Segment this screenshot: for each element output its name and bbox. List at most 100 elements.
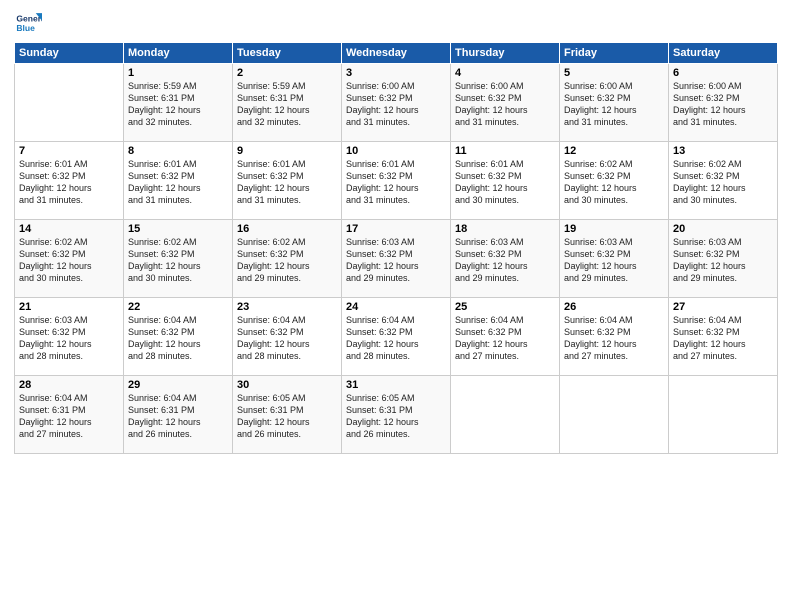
- calendar-cell: 23Sunrise: 6:04 AMSunset: 6:32 PMDayligh…: [233, 298, 342, 376]
- day-number: 20: [673, 223, 773, 235]
- weekday-header: Saturday: [669, 43, 778, 64]
- day-number: 3: [346, 67, 446, 79]
- header: General Blue: [14, 10, 778, 38]
- day-info: Sunrise: 6:00 AMSunset: 6:32 PMDaylight:…: [346, 80, 446, 129]
- calendar-cell: 19Sunrise: 6:03 AMSunset: 6:32 PMDayligh…: [560, 220, 669, 298]
- day-number: 17: [346, 223, 446, 235]
- day-info: Sunrise: 6:05 AMSunset: 6:31 PMDaylight:…: [346, 392, 446, 441]
- day-info: Sunrise: 5:59 AMSunset: 6:31 PMDaylight:…: [237, 80, 337, 129]
- day-number: 26: [564, 301, 664, 313]
- calendar-cell: 16Sunrise: 6:02 AMSunset: 6:32 PMDayligh…: [233, 220, 342, 298]
- day-info: Sunrise: 6:03 AMSunset: 6:32 PMDaylight:…: [564, 236, 664, 285]
- weekday-header: Sunday: [15, 43, 124, 64]
- day-number: 13: [673, 145, 773, 157]
- calendar-cell: [560, 376, 669, 454]
- calendar-cell: 5Sunrise: 6:00 AMSunset: 6:32 PMDaylight…: [560, 64, 669, 142]
- calendar-cell: 11Sunrise: 6:01 AMSunset: 6:32 PMDayligh…: [451, 142, 560, 220]
- calendar-cell: 14Sunrise: 6:02 AMSunset: 6:32 PMDayligh…: [15, 220, 124, 298]
- day-number: 14: [19, 223, 119, 235]
- day-number: 10: [346, 145, 446, 157]
- svg-text:Blue: Blue: [16, 23, 35, 33]
- day-number: 5: [564, 67, 664, 79]
- calendar-cell: 15Sunrise: 6:02 AMSunset: 6:32 PMDayligh…: [124, 220, 233, 298]
- day-info: Sunrise: 6:01 AMSunset: 6:32 PMDaylight:…: [237, 158, 337, 207]
- day-number: 22: [128, 301, 228, 313]
- day-info: Sunrise: 6:03 AMSunset: 6:32 PMDaylight:…: [455, 236, 555, 285]
- calendar-header: SundayMondayTuesdayWednesdayThursdayFrid…: [15, 43, 778, 64]
- day-info: Sunrise: 6:03 AMSunset: 6:32 PMDaylight:…: [673, 236, 773, 285]
- calendar-cell: 25Sunrise: 6:04 AMSunset: 6:32 PMDayligh…: [451, 298, 560, 376]
- day-info: Sunrise: 6:02 AMSunset: 6:32 PMDaylight:…: [237, 236, 337, 285]
- day-number: 1: [128, 67, 228, 79]
- calendar-cell: 20Sunrise: 6:03 AMSunset: 6:32 PMDayligh…: [669, 220, 778, 298]
- weekday-header: Wednesday: [342, 43, 451, 64]
- weekday-header: Thursday: [451, 43, 560, 64]
- calendar-table: SundayMondayTuesdayWednesdayThursdayFrid…: [14, 42, 778, 454]
- day-info: Sunrise: 6:05 AMSunset: 6:31 PMDaylight:…: [237, 392, 337, 441]
- day-number: 18: [455, 223, 555, 235]
- calendar-cell: 1Sunrise: 5:59 AMSunset: 6:31 PMDaylight…: [124, 64, 233, 142]
- day-number: 24: [346, 301, 446, 313]
- calendar-cell: 28Sunrise: 6:04 AMSunset: 6:31 PMDayligh…: [15, 376, 124, 454]
- day-number: 12: [564, 145, 664, 157]
- day-number: 8: [128, 145, 228, 157]
- day-info: Sunrise: 6:00 AMSunset: 6:32 PMDaylight:…: [455, 80, 555, 129]
- calendar-cell: 21Sunrise: 6:03 AMSunset: 6:32 PMDayligh…: [15, 298, 124, 376]
- day-info: Sunrise: 6:04 AMSunset: 6:32 PMDaylight:…: [455, 314, 555, 363]
- day-number: 21: [19, 301, 119, 313]
- day-info: Sunrise: 6:02 AMSunset: 6:32 PMDaylight:…: [19, 236, 119, 285]
- day-info: Sunrise: 6:03 AMSunset: 6:32 PMDaylight:…: [346, 236, 446, 285]
- calendar-cell: 17Sunrise: 6:03 AMSunset: 6:32 PMDayligh…: [342, 220, 451, 298]
- day-info: Sunrise: 6:00 AMSunset: 6:32 PMDaylight:…: [564, 80, 664, 129]
- calendar-cell: 22Sunrise: 6:04 AMSunset: 6:32 PMDayligh…: [124, 298, 233, 376]
- day-number: 7: [19, 145, 119, 157]
- day-number: 19: [564, 223, 664, 235]
- day-number: 16: [237, 223, 337, 235]
- day-info: Sunrise: 6:04 AMSunset: 6:32 PMDaylight:…: [237, 314, 337, 363]
- calendar-cell: 6Sunrise: 6:00 AMSunset: 6:32 PMDaylight…: [669, 64, 778, 142]
- day-number: 30: [237, 379, 337, 391]
- day-info: Sunrise: 5:59 AMSunset: 6:31 PMDaylight:…: [128, 80, 228, 129]
- calendar-cell: 29Sunrise: 6:04 AMSunset: 6:31 PMDayligh…: [124, 376, 233, 454]
- calendar-cell: 24Sunrise: 6:04 AMSunset: 6:32 PMDayligh…: [342, 298, 451, 376]
- logo-icon: General Blue: [14, 10, 42, 38]
- calendar-cell: [669, 376, 778, 454]
- day-info: Sunrise: 6:02 AMSunset: 6:32 PMDaylight:…: [673, 158, 773, 207]
- day-number: 29: [128, 379, 228, 391]
- calendar-cell: 8Sunrise: 6:01 AMSunset: 6:32 PMDaylight…: [124, 142, 233, 220]
- day-number: 15: [128, 223, 228, 235]
- day-info: Sunrise: 6:02 AMSunset: 6:32 PMDaylight:…: [564, 158, 664, 207]
- day-number: 25: [455, 301, 555, 313]
- logo: General Blue: [14, 10, 48, 38]
- calendar-cell: 10Sunrise: 6:01 AMSunset: 6:32 PMDayligh…: [342, 142, 451, 220]
- day-info: Sunrise: 6:04 AMSunset: 6:32 PMDaylight:…: [346, 314, 446, 363]
- day-number: 27: [673, 301, 773, 313]
- calendar-cell: 13Sunrise: 6:02 AMSunset: 6:32 PMDayligh…: [669, 142, 778, 220]
- day-number: 4: [455, 67, 555, 79]
- calendar-cell: 7Sunrise: 6:01 AMSunset: 6:32 PMDaylight…: [15, 142, 124, 220]
- weekday-header: Monday: [124, 43, 233, 64]
- calendar-cell: 3Sunrise: 6:00 AMSunset: 6:32 PMDaylight…: [342, 64, 451, 142]
- calendar-cell: 4Sunrise: 6:00 AMSunset: 6:32 PMDaylight…: [451, 64, 560, 142]
- weekday-header: Tuesday: [233, 43, 342, 64]
- day-number: 6: [673, 67, 773, 79]
- calendar-cell: 18Sunrise: 6:03 AMSunset: 6:32 PMDayligh…: [451, 220, 560, 298]
- day-info: Sunrise: 6:04 AMSunset: 6:32 PMDaylight:…: [673, 314, 773, 363]
- day-info: Sunrise: 6:04 AMSunset: 6:31 PMDaylight:…: [128, 392, 228, 441]
- day-number: 28: [19, 379, 119, 391]
- calendar-cell: 26Sunrise: 6:04 AMSunset: 6:32 PMDayligh…: [560, 298, 669, 376]
- day-info: Sunrise: 6:01 AMSunset: 6:32 PMDaylight:…: [128, 158, 228, 207]
- day-number: 23: [237, 301, 337, 313]
- day-info: Sunrise: 6:01 AMSunset: 6:32 PMDaylight:…: [19, 158, 119, 207]
- day-info: Sunrise: 6:04 AMSunset: 6:32 PMDaylight:…: [128, 314, 228, 363]
- calendar-cell: 2Sunrise: 5:59 AMSunset: 6:31 PMDaylight…: [233, 64, 342, 142]
- day-info: Sunrise: 6:04 AMSunset: 6:31 PMDaylight:…: [19, 392, 119, 441]
- day-info: Sunrise: 6:01 AMSunset: 6:32 PMDaylight:…: [455, 158, 555, 207]
- day-info: Sunrise: 6:02 AMSunset: 6:32 PMDaylight:…: [128, 236, 228, 285]
- day-info: Sunrise: 6:00 AMSunset: 6:32 PMDaylight:…: [673, 80, 773, 129]
- day-number: 11: [455, 145, 555, 157]
- calendar-cell: 30Sunrise: 6:05 AMSunset: 6:31 PMDayligh…: [233, 376, 342, 454]
- calendar-cell: 27Sunrise: 6:04 AMSunset: 6:32 PMDayligh…: [669, 298, 778, 376]
- calendar-cell: [15, 64, 124, 142]
- weekday-header: Friday: [560, 43, 669, 64]
